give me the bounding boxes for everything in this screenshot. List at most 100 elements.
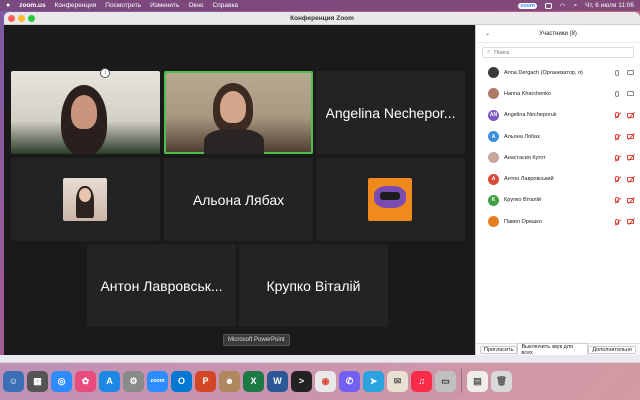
video-tile-anastasia[interactable] xyxy=(11,158,160,241)
video-camera-icon[interactable] xyxy=(627,70,634,76)
participant-video-face xyxy=(220,91,246,123)
video-tile-pavel[interactable] xyxy=(316,158,465,241)
microphone-muted-icon[interactable] xyxy=(615,112,619,119)
telegram-icon[interactable]: ➤ xyxy=(363,370,384,392)
menu-bar: ● zoom.us Конференция Посмотреть Изменит… xyxy=(0,0,640,11)
participants-header: ⌄ Участники (8) xyxy=(476,25,640,43)
avatar: А xyxy=(488,131,499,143)
participant-row[interactable]: Павел Орешко xyxy=(476,211,640,232)
trash-icon[interactable]: 🗑 xyxy=(491,370,512,392)
preview-icon[interactable]: ▭ xyxy=(435,370,456,392)
video-tile-anton[interactable]: Антон Лавровськ... xyxy=(87,244,236,327)
microphone-muted-icon[interactable] xyxy=(615,176,619,183)
video-gallery: ↕ Angelina Nechepor... Альона Лябах Анто… xyxy=(4,25,475,355)
downloads-folder-icon[interactable]: ▤ xyxy=(467,370,488,392)
search-icon: ⌕ xyxy=(487,49,491,55)
participant-name: Anna Dergach (Организатор, я) xyxy=(504,69,583,76)
microphone-icon[interactable] xyxy=(615,90,619,97)
close-window-button[interactable] xyxy=(8,15,15,22)
microphone-muted-icon[interactable] xyxy=(615,154,619,161)
participant-row[interactable]: К Крупко Віталій xyxy=(476,190,640,211)
participant-name: Анастасия Кугот xyxy=(504,154,546,161)
chrome-icon[interactable]: ◉ xyxy=(315,370,336,392)
avatar xyxy=(488,216,499,228)
more-options-button[interactable]: Дополнительно xyxy=(588,345,636,354)
photos-icon[interactable]: ✿ xyxy=(75,370,96,392)
invite-button[interactable]: Пригласить xyxy=(480,345,518,354)
tile-name-label: Angelina Nechepor... xyxy=(325,104,456,121)
microphone-muted-icon[interactable] xyxy=(615,133,619,140)
word-icon[interactable]: W xyxy=(267,370,288,392)
profile-picture xyxy=(63,178,107,221)
participant-row[interactable]: Hanna Kharchenko xyxy=(476,83,640,104)
chevron-down-icon[interactable]: ⌄ xyxy=(485,30,490,37)
tile-name-label: Антон Лавровськ... xyxy=(100,277,223,294)
participant-name: Крупко Віталій xyxy=(504,197,541,204)
screen-share-label[interactable]: Microsoft PowerPoint xyxy=(223,334,290,346)
tile-name-label: Крупко Віталій xyxy=(266,277,361,294)
fullscreen-window-button[interactable] xyxy=(28,15,35,22)
battery-icon[interactable] xyxy=(544,2,552,9)
search-icon[interactable]: ⌕ xyxy=(573,2,577,10)
apple-icon[interactable]: ● xyxy=(6,2,10,9)
outlook-icon[interactable]: O xyxy=(171,370,192,392)
pin-icon[interactable]: ↕ xyxy=(100,68,110,78)
avatar: К xyxy=(488,194,499,206)
system-preferences-icon[interactable]: ⚙ xyxy=(123,370,144,392)
avatar: А xyxy=(488,173,499,185)
video-tile-anna[interactable] xyxy=(11,71,160,154)
menu-item-view[interactable]: Посмотреть xyxy=(105,2,141,9)
powerpoint-icon[interactable]: P xyxy=(195,370,216,392)
minimize-window-button[interactable] xyxy=(18,15,25,22)
mute-all-button[interactable]: Выключить звук для всех xyxy=(517,342,589,355)
participant-row[interactable]: А Альона Лябах xyxy=(476,126,640,147)
launchpad-icon[interactable]: ▦ xyxy=(27,370,48,392)
video-tile-angelina[interactable]: Angelina Nechepor... xyxy=(316,71,465,154)
menu-item-window[interactable]: Окно xyxy=(188,2,203,9)
menu-item-conference[interactable]: Конференция xyxy=(55,2,97,9)
video-camera-off-icon[interactable] xyxy=(627,219,634,225)
participants-search[interactable]: ⌕ xyxy=(482,47,634,58)
participant-row[interactable]: А Антон Лавровський xyxy=(476,168,640,189)
excel-icon[interactable]: X xyxy=(243,370,264,392)
wifi-icon[interactable]: ◠ xyxy=(560,2,566,10)
menubar-datetime[interactable]: Чт, 6 июля 11:06 xyxy=(585,2,634,9)
menu-item-edit[interactable]: Изменить xyxy=(150,2,179,9)
avatar xyxy=(488,152,499,164)
menu-app-name[interactable]: zoom.us xyxy=(19,2,45,9)
participant-row[interactable]: Anna Dergach (Организатор, я) xyxy=(476,62,640,83)
avatar: AN xyxy=(488,109,499,121)
menu-item-help[interactable]: Справка xyxy=(213,2,239,9)
video-camera-off-icon[interactable] xyxy=(627,112,634,118)
music-icon[interactable]: ♫ xyxy=(411,370,432,392)
app-store-icon[interactable]: A xyxy=(99,370,120,392)
terminal-icon[interactable]: > xyxy=(291,370,312,392)
microphone-muted-icon[interactable] xyxy=(615,197,619,204)
participant-name: Angelina Necheporuk xyxy=(504,112,557,119)
avatar xyxy=(488,88,499,100)
safari-icon[interactable]: ◎ xyxy=(51,370,72,392)
video-camera-off-icon[interactable] xyxy=(627,155,634,161)
window-titlebar: Конференция Zoom xyxy=(4,12,640,25)
video-tile-alyona[interactable]: Альона Лябах xyxy=(164,158,313,241)
zoom-app-icon[interactable]: zoom xyxy=(147,370,168,392)
viber-icon[interactable]: ✆ xyxy=(339,370,360,392)
participant-name: Hanna Kharchenko xyxy=(504,90,552,97)
video-camera-off-icon[interactable] xyxy=(627,176,634,182)
mail-icon[interactable]: ✉ xyxy=(387,370,408,392)
zoom-status-badge[interactable]: zoom xyxy=(518,2,537,9)
video-tile-hanna[interactable] xyxy=(164,71,313,154)
video-camera-off-icon[interactable] xyxy=(627,134,634,140)
tile-name-label: Альона Лябах xyxy=(192,191,285,208)
microphone-icon[interactable] xyxy=(615,69,619,76)
contacts-icon[interactable]: ☻ xyxy=(219,370,240,392)
video-camera-off-icon[interactable] xyxy=(627,197,634,203)
participant-row[interactable]: Анастасия Кугот xyxy=(476,147,640,168)
participant-search-input[interactable] xyxy=(494,49,615,56)
video-tile-krupko[interactable]: Крупко Віталій xyxy=(239,244,388,327)
participant-row[interactable]: AN Angelina Necheporuk xyxy=(476,105,640,126)
dock-separator xyxy=(461,369,462,393)
finder-icon[interactable]: ☺ xyxy=(3,370,24,392)
video-camera-icon[interactable] xyxy=(627,91,634,97)
microphone-muted-icon[interactable] xyxy=(615,218,619,225)
